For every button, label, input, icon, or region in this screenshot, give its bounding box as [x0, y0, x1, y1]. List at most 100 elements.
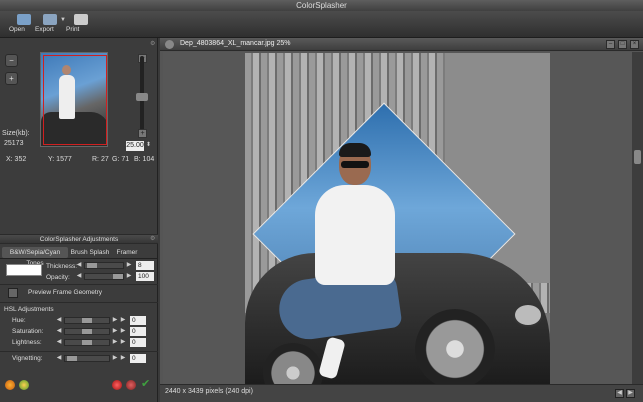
tab-divider: [0, 258, 158, 259]
preview-frame-checkbox[interactable]: [8, 288, 18, 298]
photo[interactable]: [245, 53, 550, 384]
scroll-left-icon[interactable]: ◀: [615, 389, 624, 398]
hue-value-field[interactable]: 0: [130, 316, 146, 325]
close-icon[interactable]: ×: [630, 40, 639, 49]
image-canvas[interactable]: [163, 52, 632, 384]
pixel-b: B: 104: [134, 156, 155, 163]
left-panel: − + ⚙ − + 25.00 ⬍ Size(kb): 25173 X: 352…: [0, 38, 158, 402]
divider: [0, 284, 158, 285]
window-title-bar: ColorSplasher: [0, 0, 643, 11]
lightness-slider[interactable]: [64, 339, 110, 346]
zoom-out-icon[interactable]: −: [5, 54, 18, 67]
minimize-icon[interactable]: –: [606, 40, 615, 49]
document-window: Dep_4803864_XL_mancar.jpg 25% – □ × 2440…: [160, 38, 643, 402]
vignetting-slider[interactable]: [64, 355, 110, 362]
thickness-decrease-icon[interactable]: ◀: [76, 262, 82, 269]
saturation-increase-icon[interactable]: ▶: [112, 328, 118, 335]
thickness-value-field[interactable]: 8: [136, 261, 154, 270]
zoom-slider-knob[interactable]: [136, 93, 148, 101]
export-label: Export: [35, 26, 54, 33]
hue-increase-icon[interactable]: ▶: [112, 317, 118, 324]
tab-bw-sepia-cyan[interactable]: B&W/Sepia/Cyan Tones: [2, 247, 68, 267]
zoom-stepper-icon[interactable]: ⬍: [146, 141, 151, 148]
zoom-value-field[interactable]: 25.00: [126, 141, 144, 151]
maximize-icon[interactable]: □: [618, 40, 627, 49]
lightness-label: Lightness:: [12, 339, 42, 346]
export-icon: [43, 14, 57, 25]
lightness-step-icon[interactable]: ▶: [120, 339, 126, 346]
tab-framer[interactable]: Framer: [113, 247, 141, 258]
vignetting-knob[interactable]: [67, 356, 77, 361]
opacity-increase-icon[interactable]: ▶: [126, 273, 132, 280]
vignetting-decrease-icon[interactable]: ◀: [56, 355, 62, 362]
zoom-slider-down-icon[interactable]: +: [138, 129, 147, 138]
lightness-knob[interactable]: [82, 340, 92, 345]
hsl-title: HSL Adjustments: [4, 306, 54, 313]
lightness-increase-icon[interactable]: ▶: [112, 339, 118, 346]
hue-label: Hue:: [12, 317, 26, 324]
viewport-rectangle[interactable]: [43, 55, 107, 145]
toolbar: Open Export ▼ Print: [0, 11, 643, 38]
saturation-decrease-icon[interactable]: ◀: [56, 328, 62, 335]
opacity-knob[interactable]: [113, 274, 123, 279]
navigator-thumbnail[interactable]: [40, 52, 108, 147]
document-title: Dep_4803864_XL_mancar.jpg 25%: [180, 40, 291, 47]
sun-icon[interactable]: [5, 380, 15, 390]
tab-brush-splash[interactable]: Brush Splash: [70, 247, 110, 258]
saturation-label: Saturation:: [12, 328, 44, 335]
status-bar: 2440 x 3439 pixels (240 dpi) ◀ ▶: [160, 384, 643, 402]
document-thumbnail-icon: [165, 40, 174, 49]
divider: [0, 351, 158, 352]
scroll-right-icon[interactable]: ▶: [626, 389, 635, 398]
pixel-r: R: 27: [92, 156, 109, 163]
reset-icon[interactable]: [112, 380, 122, 390]
size-value: 25173: [4, 140, 24, 147]
cursor-y: Y: 1577: [48, 156, 72, 163]
opacity-slider[interactable]: [84, 273, 124, 280]
effects-icon[interactable]: [19, 380, 29, 390]
cancel-icon[interactable]: [126, 380, 136, 390]
open-icon: [17, 14, 31, 25]
lightness-value-field[interactable]: 0: [130, 338, 146, 347]
lightness-decrease-icon[interactable]: ◀: [56, 339, 62, 346]
scrollbar-thumb[interactable]: [634, 150, 641, 164]
hue-slider[interactable]: [64, 317, 110, 324]
thickness-label: Thickness:: [46, 263, 78, 270]
man-body: [315, 185, 395, 285]
image-dimensions: 2440 x 3439 pixels (240 dpi): [165, 388, 253, 395]
saturation-knob[interactable]: [82, 329, 92, 334]
divider: [0, 302, 158, 303]
vertical-scrollbar[interactable]: [632, 52, 643, 384]
thickness-knob[interactable]: [87, 263, 97, 268]
sunglasses: [341, 161, 369, 168]
size-label: Size(kb):: [2, 130, 30, 137]
cursor-x: X: 352: [6, 156, 27, 163]
adjustments-title: ColorSplasher Adjustments: [39, 236, 119, 243]
hue-decrease-icon[interactable]: ◀: [56, 317, 62, 324]
saturation-step-icon[interactable]: ▶: [120, 328, 126, 335]
vignetting-label: Vignetting:: [12, 355, 43, 362]
panel-options-icon[interactable]: ⚙: [150, 40, 155, 47]
saturation-slider[interactable]: [64, 328, 110, 335]
preview-frame-label: Preview Frame Geometry: [28, 289, 103, 296]
vignetting-increase-icon[interactable]: ▶: [112, 355, 118, 362]
frame-color-swatch[interactable]: [6, 264, 42, 276]
pixel-g: G: 71: [112, 156, 130, 163]
hue-step-icon[interactable]: ▶: [120, 317, 126, 324]
thickness-slider[interactable]: [84, 262, 124, 269]
adjustments-header: ColorSplasher Adjustments: [0, 234, 158, 244]
thickness-increase-icon[interactable]: ▶: [126, 262, 132, 269]
headlight: [513, 303, 543, 327]
hue-knob[interactable]: [82, 318, 92, 323]
apply-checkmark-icon[interactable]: ✔: [141, 377, 150, 390]
zoom-in-icon[interactable]: +: [5, 72, 18, 85]
vignetting-step-icon[interactable]: ▶: [120, 355, 126, 362]
print-button[interactable]: Print: [66, 13, 96, 37]
man-hair: [339, 143, 371, 157]
opacity-value-field[interactable]: 100: [136, 272, 154, 281]
saturation-value-field[interactable]: 0: [130, 327, 146, 336]
opacity-decrease-icon[interactable]: ◀: [76, 273, 82, 280]
document-title-bar: Dep_4803864_XL_mancar.jpg 25% – □ ×: [160, 38, 643, 51]
adjustments-options-icon[interactable]: ⚙: [150, 235, 155, 242]
vignetting-value-field[interactable]: 0: [130, 354, 146, 363]
